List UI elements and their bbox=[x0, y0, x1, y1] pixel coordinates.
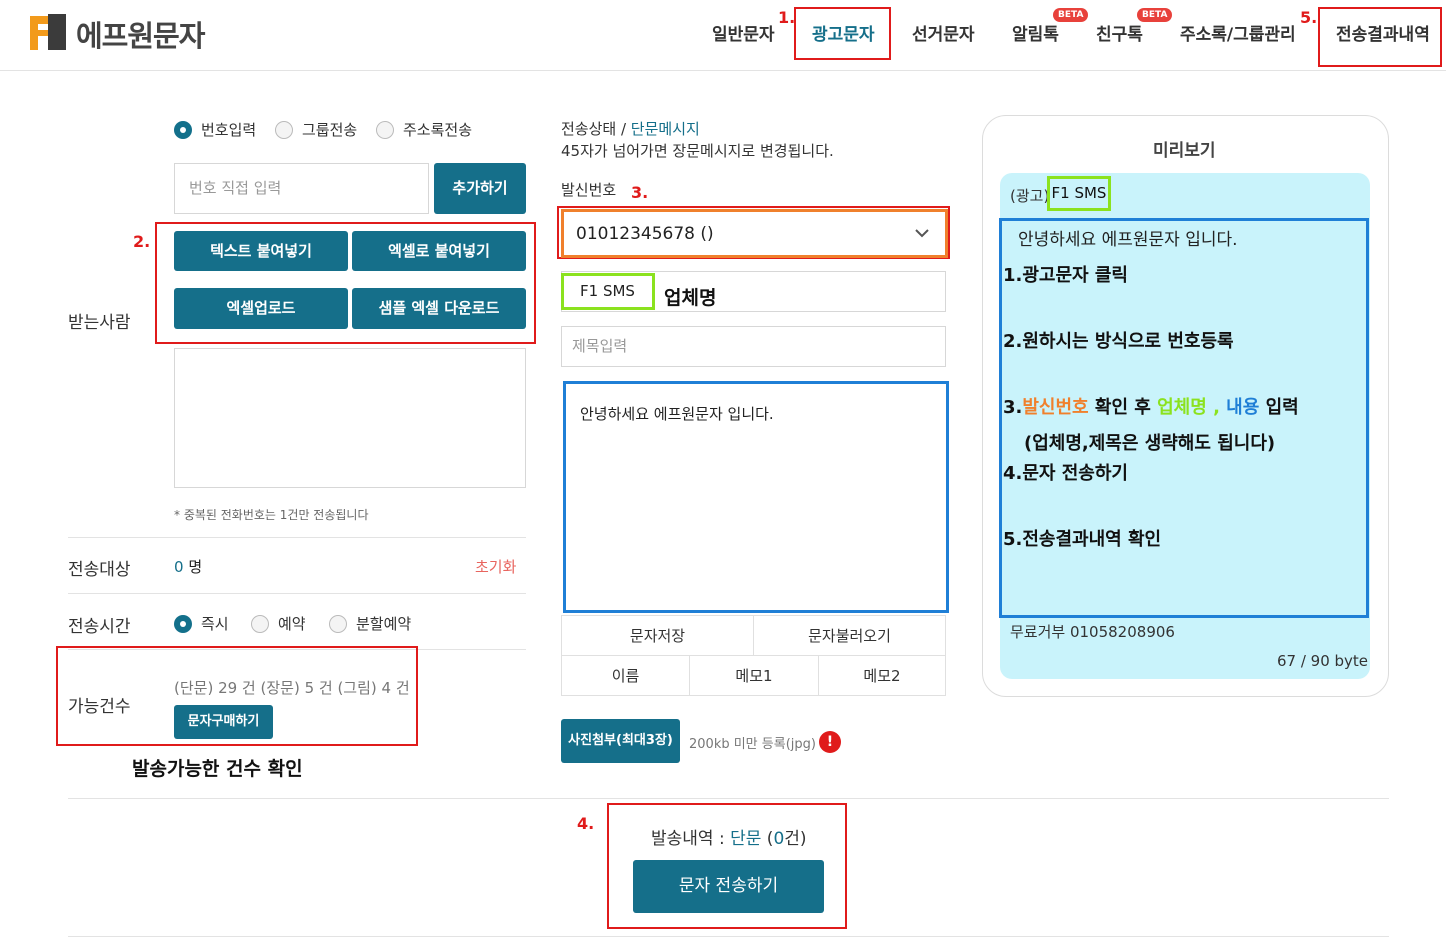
preview-ad-tag: (광고) bbox=[1010, 187, 1050, 205]
insert-memo1-button[interactable]: 메모1 bbox=[689, 655, 819, 696]
insert-memo2-button[interactable]: 메모2 bbox=[818, 655, 946, 696]
guide-step-4: 4.문자 전송하기 bbox=[1003, 463, 1128, 484]
save-message-button[interactable]: 문자저장 bbox=[561, 615, 754, 656]
paste-text-button[interactable]: 텍스트 붙여넣기 bbox=[174, 231, 348, 271]
guide-step-2: 2.원하시는 방식으로 번호등록 bbox=[1003, 331, 1234, 352]
attach-note: 200kb 미만 등록(jpg) bbox=[689, 737, 816, 752]
step-5-highlight bbox=[1318, 7, 1442, 67]
step-1-number: 1. bbox=[778, 8, 796, 27]
duplicate-note: * 중복된 전화번호는 1건만 전송됩니다 bbox=[174, 508, 369, 522]
reset-button[interactable]: 초기화 bbox=[475, 556, 516, 577]
radio-group-send[interactable] bbox=[275, 121, 293, 139]
add-number-button[interactable]: 추가하기 bbox=[434, 163, 526, 214]
target-count: 0 bbox=[174, 558, 184, 576]
available-annotation: 발송가능한 건수 확인 bbox=[132, 758, 303, 780]
insert-name-button[interactable]: 이름 bbox=[561, 655, 690, 696]
guide-step-3-content: 내용 bbox=[1226, 397, 1260, 418]
footer-divider bbox=[68, 936, 1389, 937]
guide-step-3-comma: , bbox=[1206, 397, 1227, 418]
recipient-label: 받는사람 bbox=[68, 313, 131, 333]
radio-label-send-reserve: 예약 bbox=[278, 615, 306, 633]
send-summary-count-prefix: ( bbox=[761, 829, 774, 849]
step-2-number: 2. bbox=[133, 232, 151, 251]
sender-number-value: 01012345678 () bbox=[576, 224, 714, 244]
nav-address-book[interactable]: 주소록/그룹관리 bbox=[1180, 20, 1296, 45]
radio-number-input[interactable] bbox=[174, 121, 192, 139]
preview-company: F1 SMS bbox=[1047, 176, 1111, 211]
step-3-number: 3. bbox=[631, 183, 649, 202]
radio-label-split-reserve: 분할예약 bbox=[356, 615, 412, 633]
available-summary: (단문) 29 건 (장문) 5 건 (그림) 4 건 bbox=[174, 679, 410, 697]
nav-election-sms[interactable]: 선거문자 bbox=[912, 20, 975, 45]
target-unit: 명 bbox=[188, 558, 203, 576]
send-summary-count-suffix: 건) bbox=[784, 829, 807, 849]
load-message-button[interactable]: 문자불러오기 bbox=[753, 615, 946, 656]
step-5-number: 5. bbox=[1300, 8, 1318, 27]
nav-general-sms[interactable]: 일반문자 bbox=[712, 20, 775, 45]
chevron-down-icon bbox=[915, 229, 929, 238]
send-sms-button[interactable]: 문자 전송하기 bbox=[633, 860, 824, 913]
send-summary-type: 단문 bbox=[730, 829, 762, 849]
preview-reject-number: 무료거부 01058208906 bbox=[1010, 623, 1175, 641]
guide-step-3-company: 업체명 bbox=[1157, 397, 1207, 418]
sender-number-select[interactable]: 01012345678 () bbox=[561, 209, 948, 258]
excel-upload-button[interactable]: 엑셀업로드 bbox=[174, 288, 348, 329]
preview-byte-count: 67 / 90 byte bbox=[1277, 652, 1369, 670]
preview-title: 미리보기 bbox=[1153, 141, 1216, 161]
guide-step-5: 5.전송결과내역 확인 bbox=[1003, 529, 1162, 550]
guide-step-1: 1.광고문자 클릭 bbox=[1003, 265, 1128, 286]
send-status-line: 전송상태 / 단문메시지 bbox=[561, 118, 700, 139]
sender-label: 발신번호 bbox=[561, 181, 617, 199]
divider-1 bbox=[68, 537, 526, 538]
step-4-number: 4. bbox=[577, 814, 595, 833]
message-text: 안녕하세요 에프원문자 입니다. bbox=[580, 405, 774, 423]
target-label: 전송대상 bbox=[68, 560, 131, 580]
step-1-highlight bbox=[794, 7, 891, 60]
send-status-note: 45자가 넘어가면 장문메시지로 변경됩니다. bbox=[561, 142, 834, 160]
brand-name[interactable]: 에프원문자 bbox=[76, 13, 205, 55]
beta-badge-friendtalk: BETA bbox=[1137, 8, 1173, 22]
radio-send-now[interactable] bbox=[174, 615, 192, 633]
brand-logo-icon[interactable] bbox=[30, 14, 66, 50]
header-divider bbox=[0, 70, 1446, 71]
radio-send-reserve[interactable] bbox=[251, 615, 269, 633]
send-summary-count: 0 bbox=[773, 829, 785, 849]
radio-label-group-send: 그룹전송 bbox=[302, 121, 358, 139]
send-summary-prefix: 발송내역 : bbox=[651, 829, 731, 849]
radio-label-number-input: 번호입력 bbox=[201, 121, 257, 139]
subject-input[interactable]: 제목입력 bbox=[561, 326, 946, 367]
available-label: 가능건수 bbox=[68, 697, 131, 717]
guide-step-3-num: 3. bbox=[1003, 397, 1023, 418]
message-textarea[interactable]: 안녕하세요 에프원문자 입니다. bbox=[563, 381, 949, 613]
paste-excel-button[interactable]: 엑셀로 붙여넣기 bbox=[352, 231, 526, 271]
target-count-wrap: 0 명 bbox=[174, 556, 202, 577]
recipient-list-box[interactable] bbox=[174, 348, 526, 488]
attach-photo-button[interactable]: 사진첨부(최대3장) bbox=[561, 719, 680, 763]
buy-sms-button[interactable]: 문자구매하기 bbox=[174, 705, 273, 739]
company-name-input[interactable]: F1 SMS bbox=[561, 273, 655, 310]
guide-step-3: 3.발신번호 확인 후 업체명 , 내용 입력 bbox=[1003, 393, 1299, 419]
number-input[interactable]: 번호 직접 입력 bbox=[174, 163, 429, 214]
send-time-label: 전송시간 bbox=[68, 617, 131, 637]
radio-label-address-send: 주소록전송 bbox=[403, 121, 473, 139]
preview-body: 안녕하세요 에프원문자 입니다. bbox=[1018, 230, 1238, 250]
send-status-type: 단문메시지 bbox=[630, 120, 700, 138]
bottom-divider bbox=[68, 798, 1389, 799]
radio-address-send[interactable] bbox=[376, 121, 394, 139]
company-annotation: 업체명 bbox=[664, 287, 717, 309]
guide-step-3-mid: 확인 후 bbox=[1088, 397, 1158, 418]
beta-badge-alimtalk: BETA bbox=[1053, 8, 1089, 22]
sample-excel-download-button[interactable]: 샘플 엑셀 다운로드 bbox=[352, 288, 526, 329]
alert-icon[interactable]: ! bbox=[819, 731, 841, 753]
radio-split-reserve[interactable] bbox=[329, 615, 347, 633]
nav-alimtalk[interactable]: 알림톡 bbox=[1012, 20, 1059, 45]
send-summary: 발송내역 : 단문 (0건) bbox=[651, 824, 807, 849]
guide-step-3-end: 입력 bbox=[1259, 397, 1299, 418]
guide-step-3-note: (업체명,제목은 생략해도 됩니다) bbox=[1024, 433, 1276, 454]
radio-label-send-now: 즉시 bbox=[201, 615, 229, 633]
send-status-prefix: 전송상태 / bbox=[561, 120, 631, 138]
divider-2 bbox=[68, 593, 526, 594]
guide-step-3-sender: 발신번호 bbox=[1022, 397, 1089, 418]
nav-friendtalk[interactable]: 친구톡 bbox=[1096, 20, 1143, 45]
